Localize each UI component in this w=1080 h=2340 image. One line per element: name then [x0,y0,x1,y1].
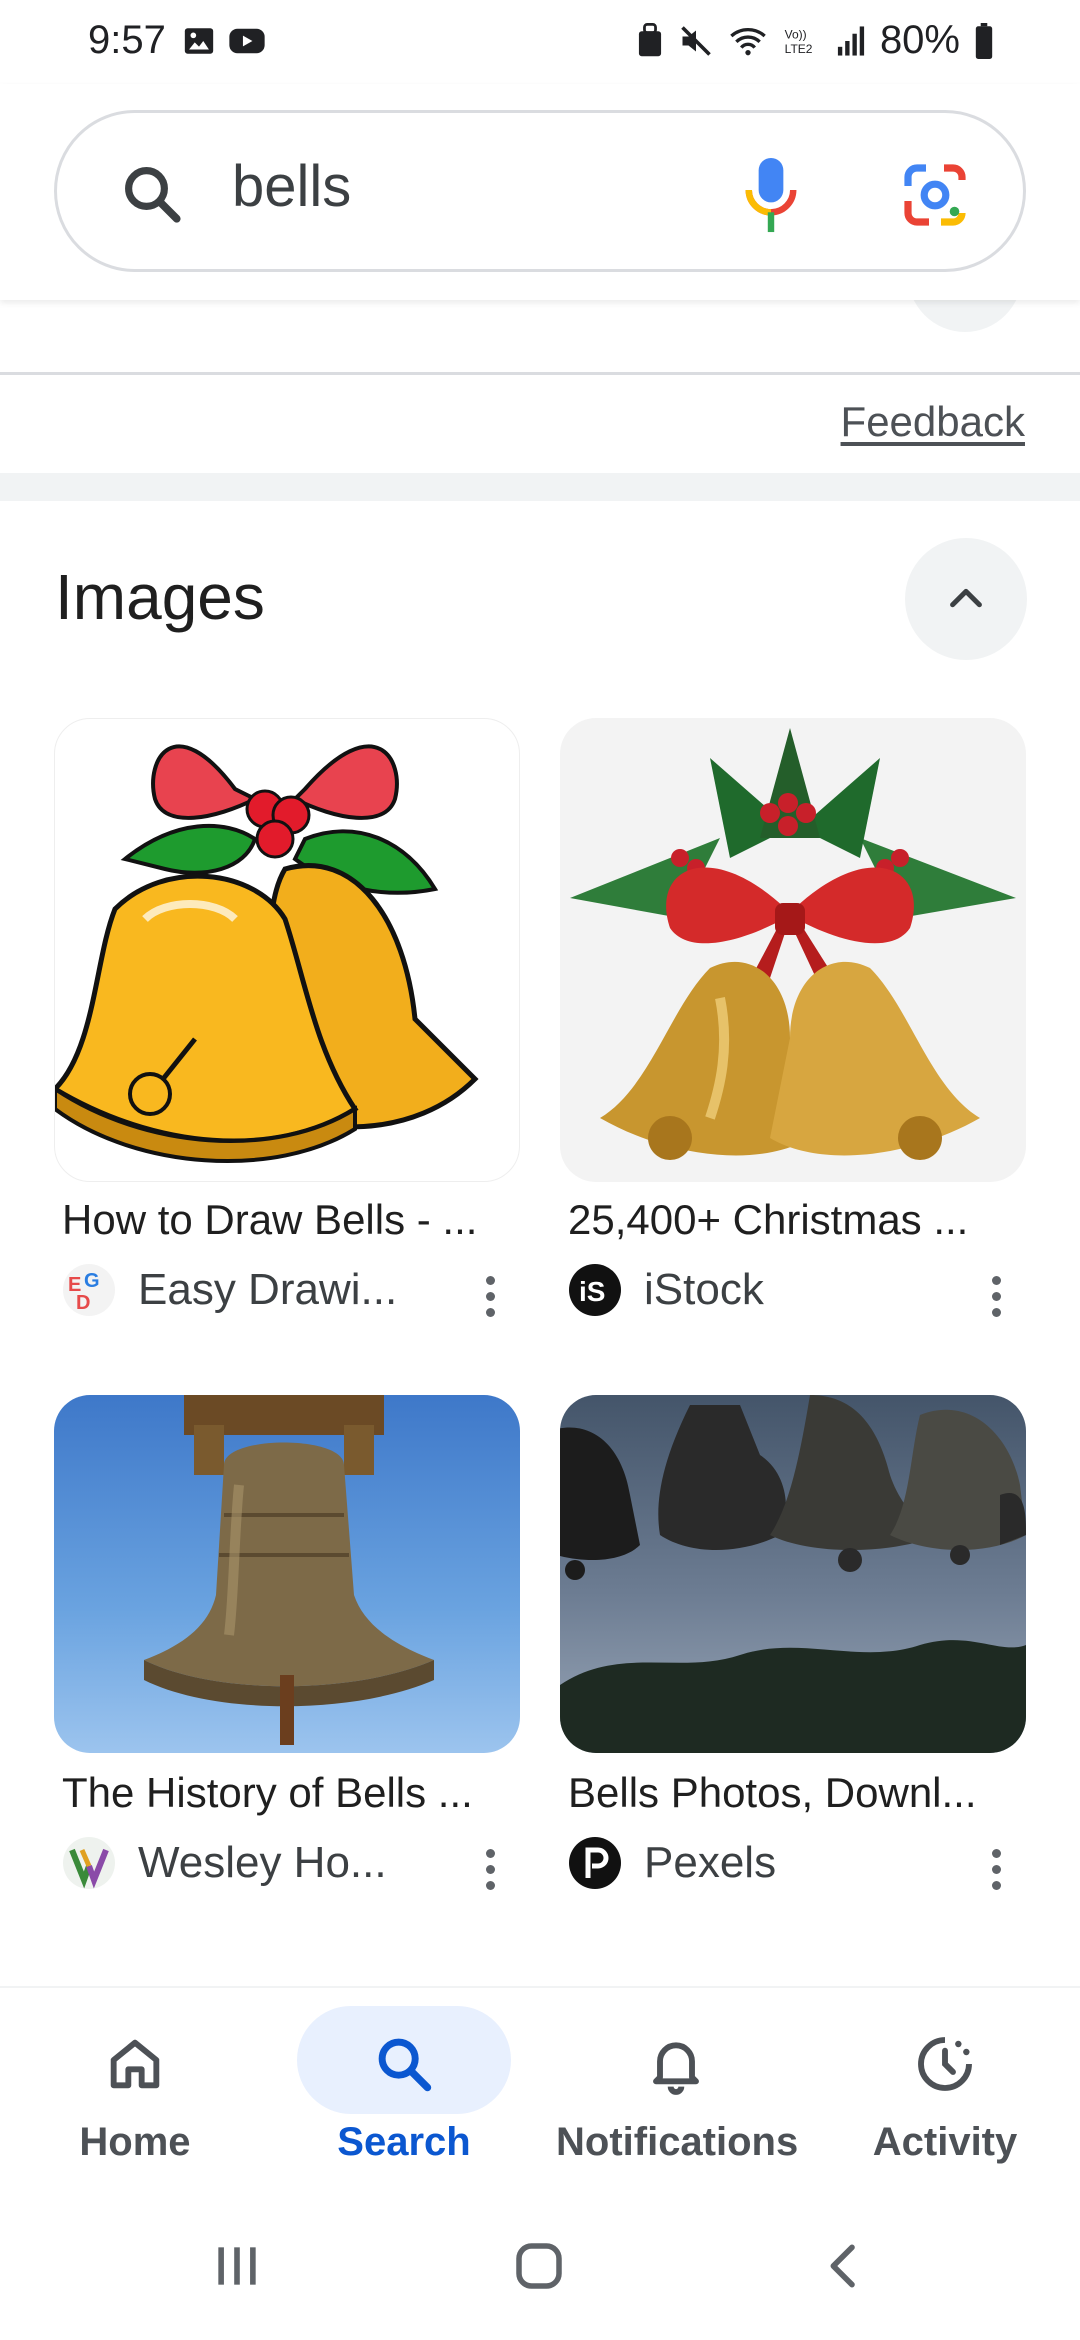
section-separator [0,473,1080,501]
battery-icon [975,22,993,59]
svg-text:D: D [76,1292,90,1314]
more-options-icon[interactable] [976,1839,1016,1899]
image-result-title[interactable]: 25,400+ Christmas ... [568,1196,1028,1244]
bell-icon [636,2024,716,2104]
istock-logo-icon: iS [568,1263,622,1317]
back-icon[interactable] [800,2226,890,2306]
youtube-icon [229,28,265,54]
nav-item-activity[interactable]: Activity [825,1988,1065,2198]
svg-text:LTE2: LTE2 [785,42,813,56]
image-result-card[interactable]: The History of Bells ... Wesley Ho... [54,1395,520,1935]
svg-text:G: G [84,1270,100,1292]
status-notification-icons [182,24,266,58]
image-result-source[interactable]: Wesley Ho... [62,1836,387,1890]
system-navigation-bar [0,2196,1080,2340]
bottom-navigation: Home Search Notifications Activity [0,1986,1080,2196]
feedback-link[interactable]: Feedback [841,398,1025,446]
image-thumbnail-bells-drawing[interactable] [54,718,520,1182]
divider [0,372,1080,375]
svg-text:Vo)): Vo)) [785,27,807,41]
image-result-source[interactable]: Pexels [568,1836,776,1890]
home-button-icon[interactable] [494,2226,584,2306]
image-result-title[interactable]: How to Draw Bells - ... [62,1196,522,1244]
nav-label: Notifications [556,2120,799,2164]
images-section-title: Images [55,561,265,633]
home-icon [95,2024,175,2104]
image-result-title[interactable]: The History of Bells ... [62,1769,522,1817]
image-result-source[interactable]: EGD Easy Drawi... [62,1263,397,1317]
status-bar: 9:57 Vo)) LTE2 80% [0,0,1080,84]
recent-apps-icon[interactable] [192,2226,282,2306]
status-system-icons: Vo)) LTE2 80% [636,18,994,63]
source-name: Wesley Ho... [138,1838,387,1887]
search-icon [364,2024,444,2104]
mute-icon [681,25,711,56]
search-results-page: 9:57 Vo)) LTE2 80% bells Feedback Images… [0,0,1080,2340]
source-name: Pexels [644,1838,777,1887]
status-time: 9:57 [88,18,166,62]
nfc-lock-icon [638,22,662,56]
gallery-icon [184,28,214,54]
image-result-card[interactable]: 25,400+ Christmas ... iS iStock [560,718,1026,1338]
nav-item-home[interactable]: Home [15,1988,255,2198]
more-options-icon[interactable] [470,1839,510,1899]
more-options-icon[interactable] [470,1266,510,1326]
nav-label: Search [337,2120,471,2164]
wesley-hospital-logo-icon [62,1836,116,1890]
easy-drawing-guides-logo-icon: EGD [62,1263,116,1317]
image-result-card[interactable]: How to Draw Bells - ... EGD Easy Drawi..… [54,718,520,1338]
voice-search-icon[interactable] [741,153,801,237]
search-header: bells [0,84,1080,300]
source-name: Easy Drawi... [138,1265,398,1314]
battery-percent: 80% [879,18,960,62]
signal-icon [837,25,865,56]
image-thumbnail-history-of-bells[interactable] [54,1395,520,1753]
wifi-icon [730,27,766,55]
activity-icon [905,2024,985,2104]
image-thumbnail-bells-photos[interactable] [560,1395,1026,1753]
search-icon [119,161,185,227]
nav-label: Activity [872,2120,1018,2164]
search-bar[interactable]: bells [54,110,1026,272]
image-thumbnail-christmas-bells[interactable] [560,718,1026,1182]
chevron-up-icon [950,588,982,608]
svg-text:iS: iS [579,1276,605,1307]
source-name: iStock [644,1265,764,1314]
google-lens-icon[interactable] [899,159,971,231]
image-result-title[interactable]: Bells Photos, Downl... [568,1769,1028,1817]
image-result-source[interactable]: iS iStock [568,1263,764,1317]
search-input[interactable]: bells [232,153,351,220]
collapse-images-button[interactable] [905,538,1027,660]
nav-label: Home [79,2120,191,2164]
more-options-icon[interactable] [976,1266,1016,1326]
nav-item-notifications[interactable]: Notifications [556,1988,799,2198]
pexels-logo-icon [568,1836,622,1890]
nav-item-search[interactable]: Search [284,1988,524,2198]
volte-icon: Vo))LTE2 [785,27,813,56]
image-result-card[interactable]: Bells Photos, Downl... Pexels [560,1395,1026,1935]
